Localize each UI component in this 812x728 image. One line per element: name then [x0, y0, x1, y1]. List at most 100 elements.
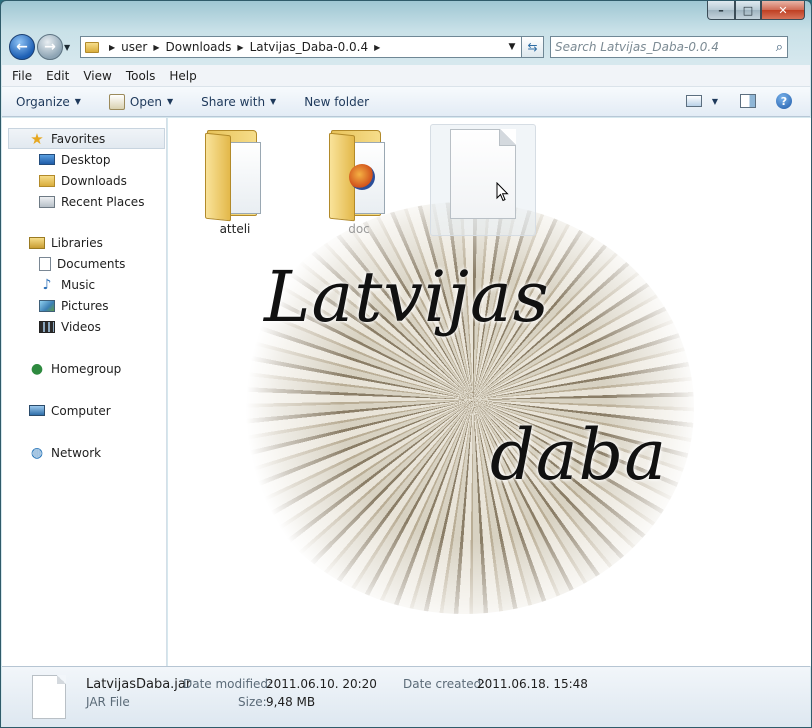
- address-row: ← → ▼ ▶ user ▶ Downloads ▶ Latvijas_Daba…: [9, 32, 803, 62]
- splash-title-daba: daba: [490, 414, 668, 496]
- breadcrumb-current-folder[interactable]: Latvijas_Daba-0.0.4: [250, 40, 369, 54]
- back-arrow-icon: ←: [16, 39, 28, 55]
- nav-computer[interactable]: Computer: [2, 400, 167, 421]
- details-file-type: JAR File: [86, 695, 130, 709]
- details-size-label: Size:: [238, 695, 267, 709]
- nav-videos[interactable]: Videos: [2, 316, 167, 337]
- search-input[interactable]: Search Latvijas_Daba-0.0.4 ⌕: [550, 36, 788, 58]
- folder-doc[interactable]: doc: [306, 124, 412, 236]
- generic-file-icon: [450, 129, 516, 219]
- preview-pane-icon[interactable]: [740, 94, 756, 108]
- file-thumbnail-icon: [32, 675, 66, 719]
- homegroup-label: Homegroup: [51, 361, 122, 376]
- change-view-icon[interactable]: [685, 95, 702, 107]
- libraries-label: Libraries: [51, 235, 103, 250]
- star-icon: ★: [30, 129, 44, 148]
- help-icon[interactable]: ?: [776, 93, 792, 109]
- organize-button[interactable]: Organize ▼: [16, 95, 81, 109]
- downloads-folder-icon: [39, 174, 55, 187]
- chevron-right-icon[interactable]: ▶: [109, 43, 115, 52]
- breadcrumb-user[interactable]: user: [121, 40, 147, 54]
- breadcrumb-downloads[interactable]: Downloads: [166, 40, 232, 54]
- folder-icon: [327, 124, 391, 222]
- details-pane: LatvijasDaba.jar JAR File Date modified:…: [2, 666, 810, 727]
- firefox-icon: [349, 164, 375, 190]
- menu-tools[interactable]: Tools: [126, 69, 156, 83]
- music-note-icon: ♪: [42, 276, 52, 293]
- libraries-icon: [29, 236, 45, 249]
- chevron-down-icon: ▼: [166, 97, 174, 106]
- search-icon[interactable]: ⌕: [776, 40, 783, 55]
- details-size-value: 9,48 MB: [266, 695, 316, 709]
- favorites-group: ★ Favorites Desktop Downloads Recent Pla…: [2, 128, 167, 212]
- documents-icon: [39, 256, 51, 271]
- organize-label: Organize: [16, 94, 70, 109]
- splash-title-latvijas: Latvijas: [264, 256, 550, 338]
- address-dropdown[interactable]: ▼: [503, 42, 521, 52]
- network-group: ◍ Network: [2, 442, 167, 463]
- chevron-down-icon: ▼: [74, 97, 81, 106]
- menu-help[interactable]: Help: [169, 69, 196, 83]
- film-strip-icon: [39, 320, 55, 333]
- new-folder-label: New folder: [304, 94, 370, 109]
- back-button[interactable]: ←: [9, 34, 35, 60]
- caption-buttons: – □ ✕: [707, 1, 805, 20]
- nav-desktop[interactable]: Desktop: [2, 149, 167, 170]
- share-with-button[interactable]: Share with ▼: [201, 95, 276, 109]
- pictures-icon: [39, 299, 55, 312]
- chevron-down-icon[interactable]: ▼: [712, 97, 718, 106]
- open-button[interactable]: Open ▼: [108, 93, 174, 110]
- address-bar[interactable]: ▶ user ▶ Downloads ▶ Latvijas_Daba-0.0.4…: [80, 36, 522, 58]
- menu-view[interactable]: View: [83, 69, 111, 83]
- folder-atteli[interactable]: atteli: [182, 124, 288, 236]
- file-list[interactable]: atteli doc Latvijas daba: [168, 118, 811, 666]
- folder-icon: [203, 124, 267, 222]
- computer-label: Computer: [51, 403, 111, 418]
- nav-network[interactable]: ◍ Network: [2, 442, 167, 463]
- nav-homegroup[interactable]: ● Homegroup: [2, 358, 167, 379]
- computer-group: Computer: [2, 400, 167, 421]
- nav-documents[interactable]: Documents: [2, 253, 167, 274]
- libraries-group: Libraries Documents ♪ Music Pictures Vid…: [2, 232, 167, 337]
- recent-places-label: Recent Places: [61, 194, 145, 209]
- minimize-button[interactable]: –: [707, 1, 735, 20]
- homegroup-icon: ●: [30, 360, 44, 377]
- nav-recent-places[interactable]: Recent Places: [2, 191, 167, 212]
- command-bar: Organize ▼ Open ▼ Share with ▼ New folde…: [2, 87, 810, 117]
- favorites-label: Favorites: [51, 131, 106, 146]
- documents-label: Documents: [57, 256, 126, 271]
- search-placeholder: Search Latvijas_Daba-0.0.4: [555, 40, 719, 54]
- nav-libraries[interactable]: Libraries: [2, 232, 167, 253]
- menu-file[interactable]: File: [12, 69, 32, 83]
- details-file-name: LatvijasDaba.jar: [86, 677, 192, 692]
- file-jar[interactable]: [430, 124, 536, 236]
- maximize-button[interactable]: □: [735, 1, 761, 20]
- nav-music[interactable]: ♪ Music: [2, 274, 167, 295]
- explorer-window: – □ ✕ ← → ▼ ▶ user ▶ Downloads ▶ Latvija…: [0, 0, 812, 728]
- nav-pictures[interactable]: Pictures: [2, 295, 167, 316]
- network-globe-icon: ◍: [30, 444, 44, 461]
- menu-edit[interactable]: Edit: [46, 69, 69, 83]
- nav-downloads[interactable]: Downloads: [2, 170, 167, 191]
- navigation-pane: ★ Favorites Desktop Downloads Recent Pla…: [2, 118, 167, 666]
- java-icon: [108, 93, 125, 110]
- recent-places-icon: [39, 195, 55, 208]
- share-with-label: Share with: [201, 94, 266, 109]
- nav-favorites[interactable]: ★ Favorites: [8, 128, 165, 149]
- refresh-button[interactable]: ⇆: [522, 36, 544, 58]
- file-name: atteli: [219, 222, 251, 236]
- forward-button[interactable]: →: [37, 34, 63, 60]
- refresh-icon: ⇆: [527, 40, 538, 54]
- desktop-icon: [39, 154, 55, 165]
- network-label: Network: [51, 445, 102, 460]
- chevron-right-icon[interactable]: ▶: [374, 43, 380, 52]
- recent-pages-dropdown[interactable]: ▼: [64, 43, 76, 52]
- close-button[interactable]: ✕: [761, 1, 805, 20]
- forward-arrow-icon: →: [44, 39, 56, 55]
- chevron-down-icon: ▼: [270, 97, 277, 106]
- folder-icon: [85, 41, 99, 53]
- chevron-right-icon[interactable]: ▶: [153, 43, 159, 52]
- new-folder-button[interactable]: New folder: [304, 95, 369, 109]
- file-name: doc: [348, 222, 370, 236]
- chevron-right-icon[interactable]: ▶: [237, 43, 243, 52]
